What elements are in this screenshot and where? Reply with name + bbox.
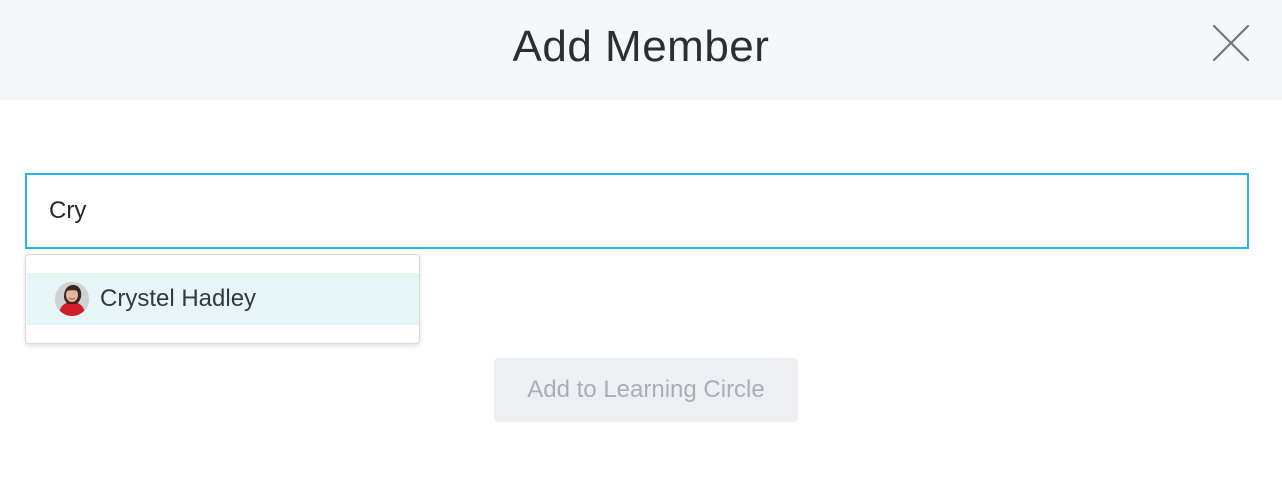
member-search-input[interactable] xyxy=(27,175,1247,247)
close-icon[interactable] xyxy=(1206,18,1256,68)
suggestion-item[interactable]: Crystel Hadley xyxy=(27,273,419,325)
add-member-modal: Add Member Crystel Hadley xyxy=(0,0,1282,478)
member-search-field xyxy=(25,173,1249,249)
user-avatar xyxy=(55,282,89,316)
modal-title: Add Member xyxy=(512,22,770,71)
suggestion-name: Crystel Hadley xyxy=(100,285,257,312)
suggestion-dropdown: Crystel Hadley xyxy=(25,254,420,344)
add-to-learning-circle-button[interactable]: Add to Learning Circle xyxy=(494,358,798,422)
modal-header: Add Member xyxy=(0,0,1282,100)
